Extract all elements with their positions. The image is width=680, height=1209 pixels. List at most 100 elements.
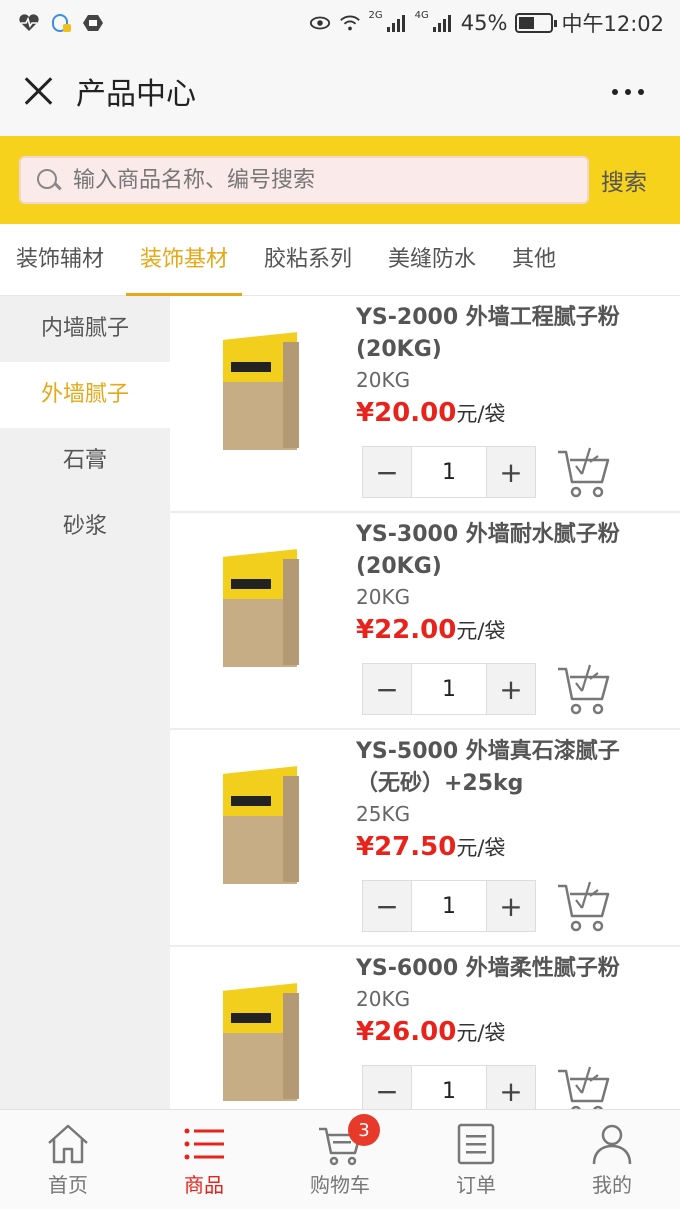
quantity-value[interactable]: 1 bbox=[411, 1066, 487, 1109]
title-bar: 产品中心 bbox=[0, 46, 680, 136]
add-to-cart-icon[interactable] bbox=[554, 444, 614, 500]
app-hexagon-icon bbox=[83, 15, 103, 31]
quantity-stepper: − 1 + bbox=[362, 446, 536, 498]
nav-orders[interactable]: 订单 bbox=[408, 1110, 544, 1209]
bottom-navigation: 首页 商品 购物车 3 订单 我的 bbox=[0, 1109, 680, 1209]
more-options-icon[interactable] bbox=[612, 89, 644, 95]
price-unit: 元/袋 bbox=[456, 402, 506, 426]
status-bar: 2G 4G 45% 中午12:02 bbox=[0, 0, 680, 46]
search-box bbox=[19, 156, 589, 204]
search-bar: 搜索 bbox=[0, 136, 680, 224]
nav-orders-label: 订单 bbox=[456, 1173, 496, 1197]
category-tabs: 装饰辅材 装饰基材 胶粘系列 美缝防水 其他 bbox=[0, 224, 680, 296]
product-spec: 20KG bbox=[356, 987, 411, 1011]
tab-decor-accessories[interactable]: 装饰辅材 bbox=[16, 224, 104, 296]
nav-products-label: 商品 bbox=[184, 1173, 224, 1197]
search-icon bbox=[35, 167, 61, 193]
increase-button[interactable]: + bbox=[487, 664, 535, 714]
subcategory-sidebar: 内墙腻子 外墙腻子 石膏 砂浆 bbox=[0, 296, 170, 1109]
user-icon bbox=[592, 1124, 632, 1165]
sidebar-item-exterior-putty[interactable]: 外墙腻子 bbox=[0, 362, 170, 428]
add-to-cart-icon[interactable] bbox=[554, 1063, 614, 1109]
product-name[interactable]: YS-2000 外墙工程腻子粉(20KG) bbox=[356, 302, 656, 366]
price-unit: 元/袋 bbox=[456, 836, 506, 860]
signal-icon bbox=[386, 15, 405, 32]
heart-rate-icon bbox=[19, 14, 39, 32]
search-input[interactable] bbox=[73, 167, 553, 193]
product-spec: 20KG bbox=[356, 585, 411, 609]
nav-profile-label: 我的 bbox=[592, 1173, 632, 1197]
cart-count-badge: 3 bbox=[348, 1114, 380, 1146]
nav-home[interactable]: 首页 bbox=[0, 1110, 136, 1209]
product-item[interactable]: YS-5000 外墙真石漆腻子（无砂）+25kg 25KG ¥27.50元/袋 … bbox=[170, 730, 680, 947]
product-spec: 25KG bbox=[356, 802, 411, 826]
product-price: ¥26.00元/袋 bbox=[356, 1017, 505, 1047]
product-list: YS-2000 外墙工程腻子粉(20KG) 20KG ¥20.00元/袋 − 1… bbox=[170, 296, 680, 1109]
page-title: 产品中心 bbox=[76, 77, 196, 112]
product-price: ¥27.50元/袋 bbox=[356, 832, 505, 862]
decrease-button[interactable]: − bbox=[363, 881, 411, 931]
status-time: 中午12:02 bbox=[561, 12, 664, 36]
price-value: ¥22.00 bbox=[356, 615, 457, 645]
network-4g-label: 4G bbox=[414, 10, 429, 21]
decrease-button[interactable]: − bbox=[363, 664, 411, 714]
list-icon bbox=[184, 1128, 224, 1160]
price-unit: 元/袋 bbox=[456, 1021, 506, 1045]
notification-app-icon bbox=[52, 14, 71, 32]
nav-home-label: 首页 bbox=[48, 1173, 88, 1197]
decrease-button[interactable]: − bbox=[363, 447, 411, 497]
order-icon bbox=[457, 1123, 495, 1165]
quantity-value[interactable]: 1 bbox=[411, 881, 487, 931]
increase-button[interactable]: + bbox=[487, 447, 535, 497]
product-item[interactable]: YS-2000 外墙工程腻子粉(20KG) 20KG ¥20.00元/袋 − 1… bbox=[170, 296, 680, 513]
price-value: ¥27.50 bbox=[356, 832, 457, 862]
product-name[interactable]: YS-6000 外墙柔性腻子粉 bbox=[356, 953, 656, 985]
quantity-value[interactable]: 1 bbox=[411, 447, 487, 497]
status-right: 2G 4G 45% 中午12:02 bbox=[309, 8, 664, 38]
sidebar-item-mortar[interactable]: 砂浆 bbox=[0, 494, 170, 560]
status-left-icons bbox=[18, 13, 104, 33]
tab-adhesive-series[interactable]: 胶粘系列 bbox=[264, 224, 352, 296]
product-spec: 20KG bbox=[356, 368, 411, 392]
quantity-stepper: − 1 + bbox=[362, 663, 536, 715]
battery-icon bbox=[515, 13, 558, 33]
add-to-cart-icon[interactable] bbox=[554, 661, 614, 717]
nav-cart[interactable]: 购物车 3 bbox=[272, 1110, 408, 1209]
close-icon[interactable] bbox=[22, 75, 54, 107]
eye-icon bbox=[309, 16, 330, 30]
wifi-icon bbox=[339, 15, 360, 31]
price-value: ¥20.00 bbox=[356, 398, 457, 428]
network-2g-label: 2G bbox=[368, 10, 383, 21]
nav-products[interactable]: 商品 bbox=[136, 1110, 272, 1209]
product-price: ¥22.00元/袋 bbox=[356, 615, 505, 645]
quantity-stepper: − 1 + bbox=[362, 880, 536, 932]
product-image[interactable] bbox=[215, 766, 305, 888]
sidebar-item-interior-putty[interactable]: 内墙腻子 bbox=[0, 296, 170, 362]
home-icon bbox=[48, 1124, 88, 1164]
product-name[interactable]: YS-3000 外墙耐水腻子粉(20KG) bbox=[356, 519, 656, 583]
price-value: ¥26.00 bbox=[356, 1017, 457, 1047]
search-button[interactable]: 搜索 bbox=[601, 163, 647, 197]
product-image[interactable] bbox=[215, 332, 305, 454]
tab-grout-waterproof[interactable]: 美缝防水 bbox=[388, 224, 476, 296]
nav-cart-label: 购物车 bbox=[310, 1173, 370, 1197]
tab-other[interactable]: 其他 bbox=[512, 224, 556, 296]
add-to-cart-icon[interactable] bbox=[554, 878, 614, 934]
product-item[interactable]: YS-6000 外墙柔性腻子粉 20KG ¥26.00元/袋 − 1 + bbox=[170, 947, 680, 1109]
tab-decor-base[interactable]: 装饰基材 bbox=[126, 224, 243, 296]
increase-button[interactable]: + bbox=[487, 881, 535, 931]
price-unit: 元/袋 bbox=[456, 619, 506, 643]
decrease-button[interactable]: − bbox=[363, 1066, 411, 1109]
quantity-stepper: − 1 + bbox=[362, 1065, 536, 1109]
product-price: ¥20.00元/袋 bbox=[356, 398, 505, 428]
battery-percent: 45% bbox=[460, 11, 508, 35]
sidebar-item-gypsum[interactable]: 石膏 bbox=[0, 428, 170, 494]
increase-button[interactable]: + bbox=[487, 1066, 535, 1109]
product-name[interactable]: YS-5000 外墙真石漆腻子（无砂）+25kg bbox=[356, 736, 656, 800]
signal-icon-2 bbox=[432, 15, 451, 32]
product-image[interactable] bbox=[215, 549, 305, 671]
product-item[interactable]: YS-3000 外墙耐水腻子粉(20KG) 20KG ¥22.00元/袋 − 1… bbox=[170, 513, 680, 730]
nav-profile[interactable]: 我的 bbox=[544, 1110, 680, 1209]
quantity-value[interactable]: 1 bbox=[411, 664, 487, 714]
product-image[interactable] bbox=[215, 983, 305, 1105]
